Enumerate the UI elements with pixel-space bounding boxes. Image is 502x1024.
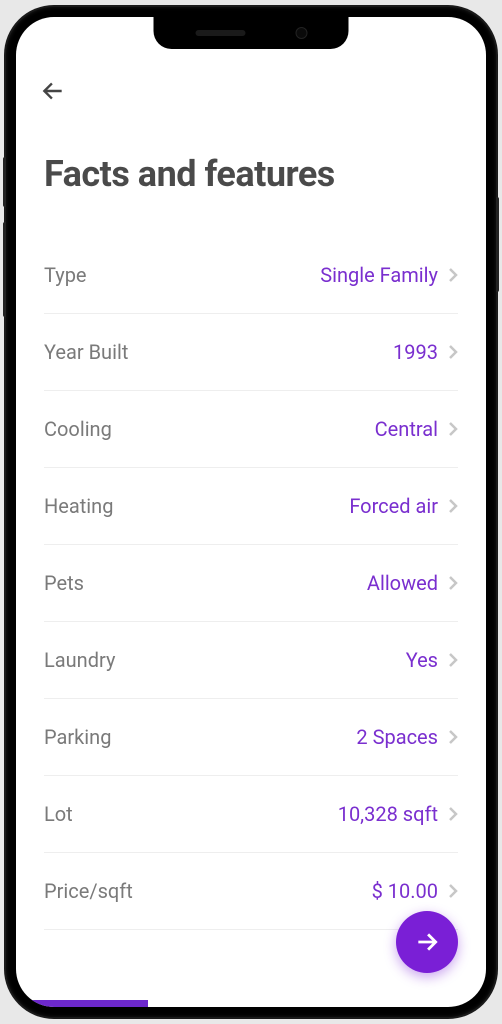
fact-value: Allowed — [367, 571, 438, 595]
fact-value-wrap: Forced air — [349, 494, 458, 518]
fact-label: Type — [44, 263, 87, 287]
chevron-right-icon — [448, 652, 458, 668]
fact-label: Cooling — [44, 417, 112, 441]
fact-label: Heating — [44, 494, 113, 518]
arrow-left-icon — [40, 78, 66, 104]
fact-row-parking[interactable]: Parking 2 Spaces — [44, 699, 458, 776]
fact-row-laundry[interactable]: Laundry Yes — [44, 622, 458, 699]
fact-value-wrap: 1993 — [393, 340, 458, 364]
fact-value-wrap: Single Family — [320, 263, 458, 287]
progress-fill — [16, 1000, 148, 1007]
fact-row-year-built[interactable]: Year Built 1993 — [44, 314, 458, 391]
chevron-right-icon — [448, 575, 458, 591]
fact-row-cooling[interactable]: Cooling Central — [44, 391, 458, 468]
notch-speaker — [195, 30, 245, 36]
progress-bar — [16, 1000, 486, 1007]
fact-value: 2 Spaces — [356, 725, 438, 749]
fact-value-wrap: $ 10.00 — [372, 879, 458, 903]
chevron-right-icon — [448, 729, 458, 745]
notch-camera — [295, 27, 307, 39]
chevron-right-icon — [448, 806, 458, 822]
fact-value: Single Family — [320, 263, 438, 287]
screen: Facts and features Type Single Family Ye… — [16, 17, 486, 1007]
fact-label: Lot — [44, 802, 73, 826]
fact-value: $ 10.00 — [372, 879, 438, 903]
fact-value: 10,328 sqft — [338, 802, 438, 826]
fact-row-heating[interactable]: Heating Forced air — [44, 468, 458, 545]
notch — [154, 17, 349, 49]
fact-label: Year Built — [44, 340, 128, 364]
next-fab-button[interactable] — [396, 911, 458, 973]
fact-value-wrap: 10,328 sqft — [338, 802, 458, 826]
fact-label: Laundry — [44, 648, 115, 672]
fact-value-wrap: Allowed — [367, 571, 458, 595]
fact-value-wrap: Yes — [406, 648, 458, 672]
arrow-right-icon — [414, 929, 440, 955]
fact-label: Price/sqft — [44, 879, 133, 903]
phone-frame: Facts and features Type Single Family Ye… — [6, 7, 496, 1017]
fact-row-type[interactable]: Type Single Family — [44, 237, 458, 314]
fact-value: 1993 — [393, 340, 438, 364]
fact-value-wrap: 2 Spaces — [356, 725, 458, 749]
chevron-right-icon — [448, 883, 458, 899]
fact-label: Pets — [44, 571, 84, 595]
page-title: Facts and features — [44, 153, 458, 195]
fact-value: Forced air — [349, 494, 438, 518]
phone-side-button — [3, 222, 6, 317]
chevron-right-icon — [448, 344, 458, 360]
fact-value-wrap: Central — [375, 417, 458, 441]
facts-list: Type Single Family Year Built 1993 Cooli… — [44, 237, 458, 930]
fact-value: Central — [375, 417, 438, 441]
fact-row-pets[interactable]: Pets Allowed — [44, 545, 458, 622]
fact-label: Parking — [44, 725, 111, 749]
fact-row-lot[interactable]: Lot 10,328 sqft — [44, 776, 458, 853]
fact-row-price-sqft[interactable]: Price/sqft $ 10.00 — [44, 853, 458, 930]
chevron-right-icon — [448, 267, 458, 283]
phone-side-button — [496, 197, 499, 292]
back-button[interactable] — [40, 73, 76, 109]
chevron-right-icon — [448, 498, 458, 514]
phone-side-button — [3, 157, 6, 207]
fact-value: Yes — [406, 648, 438, 672]
chevron-right-icon — [448, 421, 458, 437]
content-area: Facts and features Type Single Family Ye… — [16, 17, 486, 1007]
